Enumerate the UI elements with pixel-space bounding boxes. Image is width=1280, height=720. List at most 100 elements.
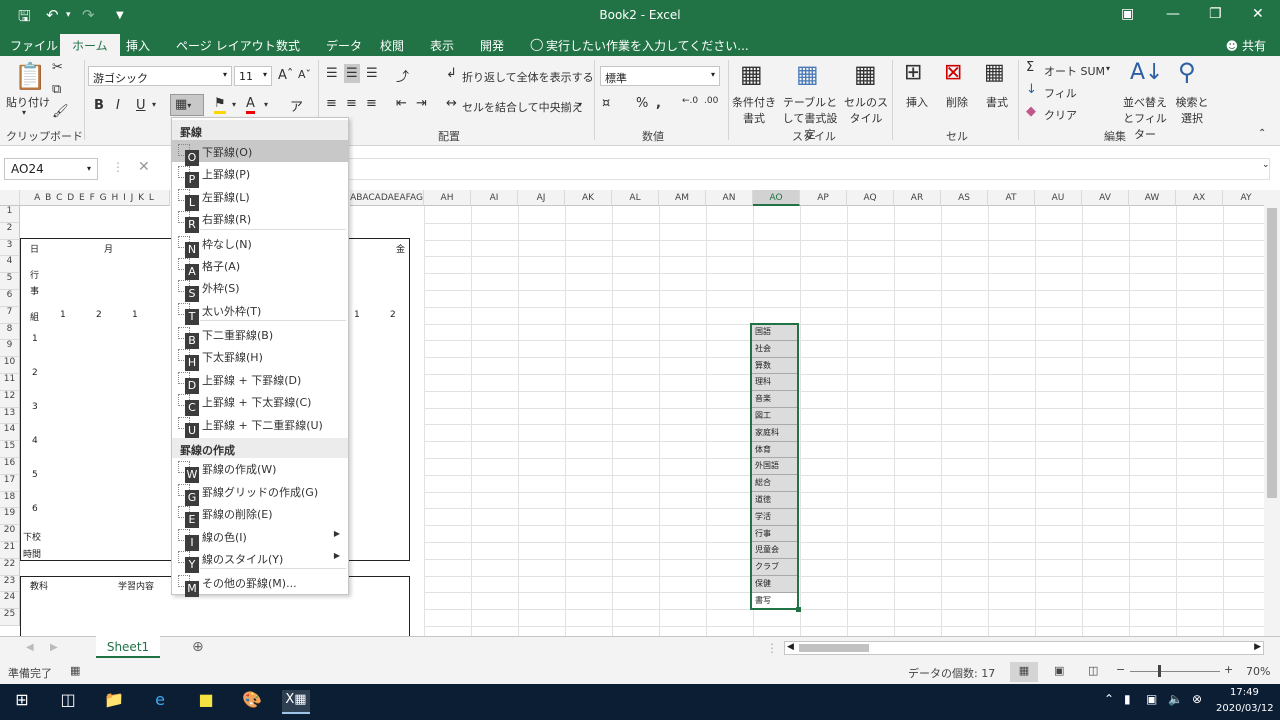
zoom-slider[interactable] [1130, 671, 1220, 672]
align-top-icon[interactable]: ☰ [326, 66, 338, 81]
page-layout-view-icon[interactable]: ▣ [1054, 664, 1064, 677]
add-sheet-icon[interactable]: ⊕ [192, 639, 204, 655]
menu-item-border-n[interactable]: 枠なし(N) N [172, 232, 348, 258]
format-table-icon[interactable]: ▦ [796, 60, 819, 88]
menu-item-border-c[interactable]: 上罫線 + 下太罫線(C) C [172, 390, 348, 416]
clear-button[interactable]: クリア [1044, 107, 1077, 123]
row-header[interactable]: 21 [0, 542, 20, 559]
tab-data[interactable]: データ [326, 37, 362, 54]
column-headers-narrow[interactable]: A B C D E F G H I J K L [20, 190, 170, 206]
paste-icon[interactable]: 📋 [14, 62, 46, 92]
row-header[interactable]: 24 [0, 592, 20, 610]
align-bottom-icon[interactable]: ☰ [366, 66, 378, 81]
phonetic-icon[interactable]: ア [290, 96, 303, 115]
align-center-icon[interactable]: ≡ [346, 96, 357, 111]
delete-cells-icon[interactable]: ⊠ [944, 60, 962, 85]
zoom-level[interactable]: 70% [1246, 665, 1270, 678]
column-header[interactable]: AH [424, 190, 471, 206]
orientation-icon[interactable]: ⤴ [396, 66, 409, 85]
column-header[interactable]: AU [1035, 190, 1082, 206]
column-header[interactable]: AQ [847, 190, 894, 206]
row-header[interactable]: 16 [0, 458, 20, 475]
increase-decimal-icon[interactable]: ←.0 [682, 96, 698, 106]
next-sheet-icon[interactable]: ▶ [50, 642, 58, 653]
underline-button[interactable]: U [136, 98, 146, 113]
cell-styles-icon[interactable]: ▦ [854, 60, 877, 88]
fill-down-icon[interactable]: ↓ [1026, 82, 1037, 97]
tell-me-box[interactable]: 実行したい作業を入力してください... [546, 37, 749, 54]
column-header[interactable]: AW [1129, 190, 1176, 206]
ribbon-display-icon[interactable]: ▣ [1121, 6, 1134, 22]
clock-time[interactable]: 17:49 [1230, 687, 1259, 698]
currency-icon[interactable]: ¤ [602, 96, 610, 111]
tab-developer[interactable]: 開発 [480, 37, 504, 54]
decrease-font-icon[interactable]: Aˇ [298, 68, 311, 81]
column-header[interactable]: AO [753, 190, 800, 206]
row-header[interactable]: 8 [0, 323, 20, 341]
align-left-icon[interactable]: ≡ [326, 96, 337, 111]
conditional-format-icon[interactable]: ▦ [740, 60, 763, 88]
cell-styles-button[interactable]: セルのスタイル [844, 94, 888, 126]
menu-item-border-p[interactable]: 上罫線(P) P [172, 162, 348, 188]
row-header[interactable]: 10 [0, 357, 20, 374]
autosum-button[interactable]: オート SUM [1044, 63, 1105, 79]
find-icon[interactable]: ⚲ [1178, 58, 1196, 86]
menu-item-border-e[interactable]: 罫線の削除(E) E [172, 502, 348, 528]
italic-button[interactable]: I [116, 98, 120, 113]
row-header[interactable]: 9 [0, 340, 20, 358]
menu-item-border-d[interactable]: 上罫線 + 下罫線(D) D [172, 368, 348, 394]
select-all-corner[interactable] [0, 190, 20, 206]
wrap-text-button[interactable]: 折り返して全体を表示する [462, 69, 594, 85]
column-header[interactable]: AM [659, 190, 706, 206]
increase-font-icon[interactable]: Aˆ [278, 68, 293, 83]
menu-item-border-w[interactable]: 罫線の作成(W) W [172, 457, 348, 483]
comma-icon[interactable]: , [656, 96, 661, 111]
bold-button[interactable]: B [94, 98, 104, 113]
vertical-scroll-thumb[interactable] [1267, 208, 1277, 498]
maximize-icon[interactable]: ❐ [1209, 6, 1222, 22]
close-icon[interactable]: ✕ [1252, 6, 1264, 22]
fill-color-icon[interactable]: ⚑ [214, 96, 226, 114]
collapse-ribbon-icon[interactable]: ⌃ [1258, 128, 1266, 139]
fill-button[interactable]: フィル [1044, 85, 1077, 101]
font-size-combo[interactable]: 11 ▾ [234, 66, 272, 86]
tab-review[interactable]: 校閲 [380, 37, 404, 54]
file-explorer-icon[interactable]: 📁 [100, 690, 128, 714]
expand-formula-icon[interactable]: ⌄ [1262, 160, 1270, 170]
menu-item-border-u[interactable]: 上罫線 + 下二重罫線(U) U [172, 413, 348, 439]
column-header[interactable]: AR [894, 190, 941, 206]
column-headers-narrow-right[interactable]: ABACADAEAFAG [350, 190, 424, 206]
tab-insert[interactable]: 挿入 [126, 37, 150, 54]
sticky-notes-icon[interactable]: ■ [192, 690, 220, 714]
minimize-icon[interactable]: — [1166, 6, 1180, 22]
cut-icon[interactable]: ✂ [52, 60, 63, 75]
row-header[interactable]: 19 [0, 508, 20, 526]
row-header[interactable]: 4 [0, 256, 20, 274]
mute-status-icon[interactable]: ⊗ [1192, 692, 1202, 706]
paste-button[interactable]: 貼り付け [6, 94, 50, 110]
chevron-up-icon[interactable]: ⌃ [1104, 692, 1114, 706]
autosum-icon[interactable]: Σ [1026, 60, 1034, 75]
prev-sheet-icon[interactable]: ◀ [26, 642, 34, 653]
zoom-in-icon[interactable]: + [1224, 663, 1233, 676]
menu-item-border-s[interactable]: 外枠(S) S [172, 276, 348, 302]
align-right-icon[interactable]: ≡ [366, 96, 377, 111]
tab-view[interactable]: 表示 [430, 37, 454, 54]
menu-item-border-o[interactable]: 下罫線(O) O [172, 140, 348, 166]
column-header[interactable]: AI [471, 190, 518, 206]
increase-indent-icon[interactable]: ⇥ [416, 96, 427, 111]
row-header[interactable]: 13 [0, 407, 20, 425]
find-select-button[interactable]: 検索と選択 [1174, 94, 1210, 126]
borders-button[interactable]: ▦▾ [170, 94, 204, 116]
horizontal-scrollbar[interactable]: ◀ ▶ [784, 641, 1264, 655]
row-header[interactable]: 1 [0, 206, 20, 223]
font-color-dropdown-icon[interactable]: ▾ [264, 100, 268, 109]
menu-item-border-a[interactable]: 格子(A) A [172, 254, 348, 280]
number-format-combo[interactable]: 標準 ▾ [600, 66, 720, 86]
volume-icon[interactable]: 🔈 [1168, 692, 1183, 706]
cancel-icon[interactable]: ✕ [138, 159, 150, 175]
column-header[interactable]: AS [941, 190, 988, 206]
copy-icon[interactable]: ⧉ [52, 82, 61, 97]
merge-dropdown-icon[interactable]: ▾ [578, 100, 582, 109]
paint-icon[interactable]: 🎨 [238, 690, 266, 714]
